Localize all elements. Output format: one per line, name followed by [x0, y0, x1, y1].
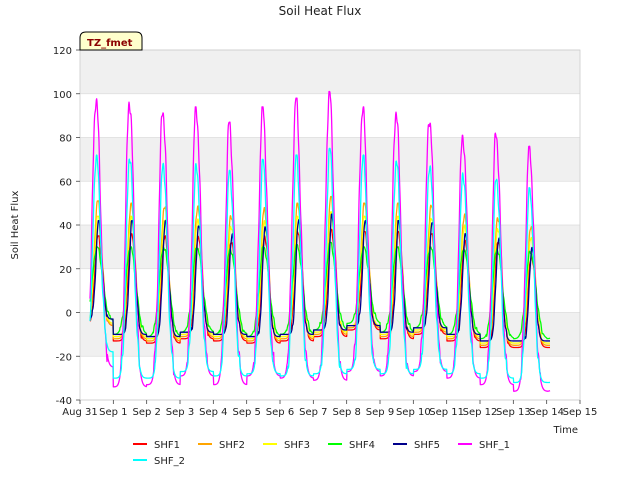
- y-tick-label: 120: [53, 46, 72, 57]
- x-tick-label: Aug 31: [62, 407, 97, 418]
- x-tick-label: Sep 12: [463, 407, 498, 418]
- x-tick-label: Sep 5: [232, 407, 260, 418]
- y-tick-label: -20: [56, 352, 72, 363]
- x-tick-label: Sep 10: [396, 407, 431, 418]
- y-tick-label: 20: [59, 265, 72, 276]
- x-axis-label: Time: [553, 425, 578, 436]
- y-axis-ticks: -40 -20 0 20 40 60 80 100 120: [53, 46, 80, 407]
- legend-label: SHF_1: [479, 440, 510, 451]
- x-tick-label: Sep 2: [132, 407, 160, 418]
- x-tick-label: Sep 7: [299, 407, 327, 418]
- x-tick-label: Sep 3: [166, 407, 194, 418]
- grid-band: [80, 137, 580, 182]
- legend-label: SHF3: [284, 440, 310, 451]
- legend: SHF1 SHF2 SHF3 SHF4 SHF5 SHF_1 SHF_2: [133, 440, 510, 467]
- y-axis-label: Soil Heat Flux: [10, 190, 21, 259]
- x-tick-label: Sep 13: [496, 407, 531, 418]
- y-tick-label: -40: [56, 396, 72, 407]
- x-tick-label: Sep 8: [332, 407, 360, 418]
- chart-title: Soil Heat Flux: [279, 4, 362, 18]
- y-tick-label: 100: [53, 90, 72, 101]
- x-tick-label: Sep 15: [563, 407, 598, 418]
- y-tick-label: 0: [66, 309, 72, 320]
- legend-label: SHF2: [219, 440, 245, 451]
- grid-band: [80, 50, 580, 94]
- x-tick-label: Sep 11: [429, 407, 464, 418]
- x-axis-ticks: Aug 31 Sep 1 Sep 2 Sep 3 Sep 4 Sep 5 Sep 6 Sep …: [62, 400, 597, 418]
- soil-heat-flux-chart: -40 -20 0 20 40 60 80 100 120 Aug 31 Sep 1 Sep 2 Se…: [10, 4, 597, 467]
- tz-fmet-badge: TZ_fmet: [79, 31, 143, 51]
- x-tick-label: Sep 14: [529, 407, 564, 418]
- legend-label: SHF5: [414, 440, 440, 451]
- legend-label: SHF1: [154, 440, 180, 451]
- badge-label: TZ_fmet: [87, 38, 133, 49]
- y-tick-label: 40: [59, 221, 72, 232]
- x-tick-label: Sep 6: [266, 407, 294, 418]
- y-tick-label: 80: [59, 134, 72, 145]
- x-tick-label: Sep 1: [99, 407, 127, 418]
- y-tick-label: 60: [59, 177, 72, 188]
- legend-label: SHF_2: [154, 456, 185, 467]
- x-tick-label: Sep 9: [366, 407, 394, 418]
- x-tick-label: Sep 4: [199, 407, 227, 418]
- legend-label: SHF4: [349, 440, 375, 451]
